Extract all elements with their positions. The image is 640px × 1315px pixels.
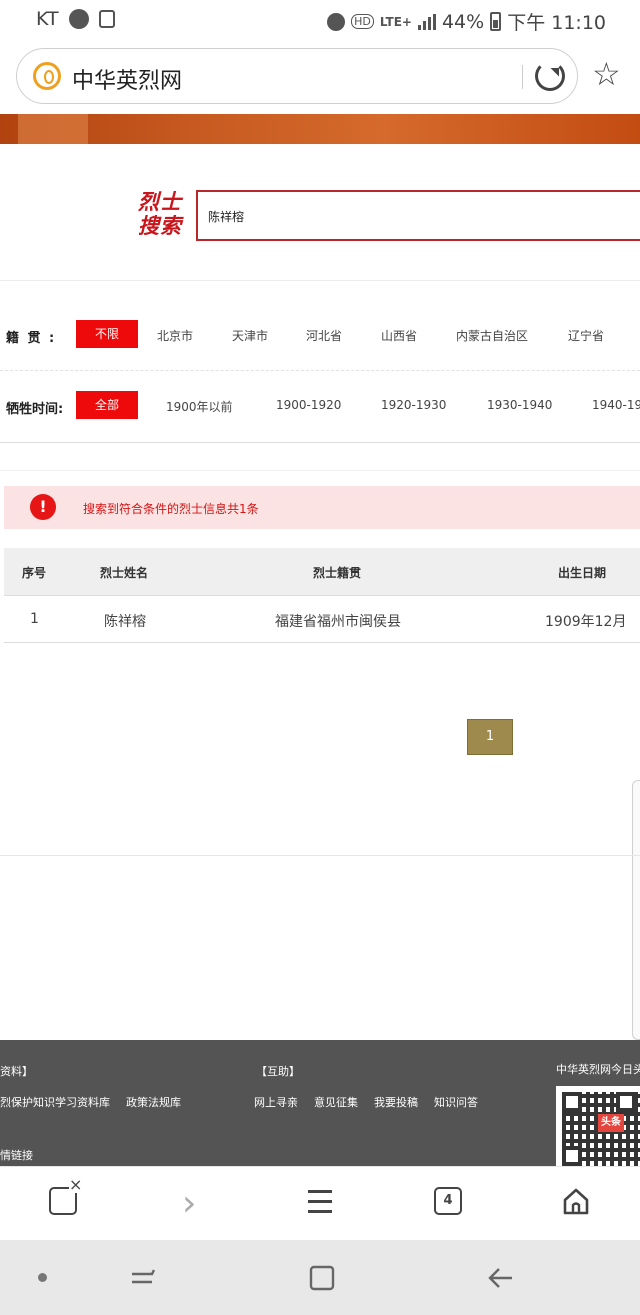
filter-origin-row: 籍 贯 : 不限 北京市 天津市 河北省 山西省 内蒙古自治区 辽宁省 (0, 315, 640, 355)
filter-time-option[interactable]: 1930-1940 (487, 398, 552, 412)
table-row[interactable]: 1 陈祥榕 福建省福州市闽侯县 1909年12月 (4, 597, 640, 643)
alarm-icon (327, 12, 346, 31)
bookmark-star-icon[interactable]: ☆ (592, 58, 621, 90)
footer-col1-title: 资料】 (0, 1065, 33, 1078)
status-right: HD LTE+ 44% 下午 11:10 (327, 8, 606, 35)
page-title[interactable]: 中华英烈网 (72, 63, 182, 95)
toutiao-badge: 头条 (598, 1114, 624, 1132)
menu-button[interactable] (308, 1190, 332, 1224)
qr-code: 头条 (556, 1086, 640, 1166)
status-bar: KT HD LTE+ 44% 下午 11:10 (0, 0, 640, 40)
filter-time-label: 牺牲时间: (6, 402, 64, 417)
battery-percent: 44% (441, 10, 485, 33)
nav-dot-icon[interactable] (38, 1273, 47, 1282)
filter-origin-option[interactable]: 河北省 (306, 327, 342, 344)
search-input[interactable]: 陈祥榕 (196, 190, 640, 241)
forward-button[interactable]: › (182, 1186, 216, 1223)
divider (0, 280, 640, 281)
network-type: LTE+ (379, 14, 412, 29)
result-count-text: 搜索到符合条件的烈士信息共1条 (83, 502, 259, 516)
qr-corner (616, 1092, 636, 1112)
column-header-name: 烈士姓名 (100, 566, 149, 580)
site-footer: 资料】 烈保护知识学习资料库 政策法规库 情链接 【互助】 网上寻亲 意见征集 … (0, 1040, 640, 1166)
hd-voice-icon: HD (351, 14, 374, 29)
divider (0, 370, 640, 371)
column-header-birth: 出生日期 (558, 566, 607, 580)
column-header-index: 序号 (22, 566, 47, 580)
screenshot-icon (98, 10, 115, 28)
footer-col1-title2: 情链接 (0, 1149, 33, 1162)
page-button-current[interactable]: 1 (467, 719, 513, 755)
divider (0, 442, 640, 443)
tabs-button[interactable]: 4 (434, 1187, 468, 1221)
search-logo-line1: 烈士 (138, 190, 182, 214)
home-button[interactable] (562, 1187, 596, 1221)
clock: 下午 11:10 (507, 12, 606, 34)
filter-time-option[interactable]: 1940-195 (592, 398, 640, 412)
header-banner (0, 114, 640, 144)
filter-time-option[interactable]: 1920-1930 (381, 398, 446, 412)
exclamation-icon: ! (30, 494, 56, 520)
home-icon (563, 1188, 589, 1215)
qr-corner (562, 1146, 582, 1166)
recents-icon[interactable] (128, 1264, 158, 1290)
filter-origin-label: 籍 贯 : (6, 331, 57, 346)
browser-toolbar: × › 4 (0, 1166, 640, 1240)
carrier-label: KT (36, 8, 59, 30)
filter-origin-option[interactable]: 北京市 (157, 327, 193, 344)
cell-index: 1 (30, 611, 39, 627)
divider (0, 855, 640, 856)
signal-icon (417, 13, 436, 30)
filter-origin-selected[interactable]: 不限 (76, 320, 138, 348)
filter-time-option[interactable]: 1900年以前 (166, 398, 233, 415)
footer-link[interactable]: 网上寻亲 (254, 1094, 298, 1110)
status-left: KT (36, 8, 115, 30)
tab-count: 4 (434, 1187, 462, 1215)
filter-origin-option[interactable]: 内蒙古自治区 (456, 327, 528, 344)
footer-col2-title: 【互助】 (256, 1065, 300, 1078)
address-bar[interactable]: 中华英烈网 (16, 48, 578, 104)
search-logo: 烈士 搜索 (138, 190, 182, 238)
footer-col3-title: 中华英烈网今日头 (556, 1063, 640, 1076)
back-arrow-icon[interactable] (486, 1264, 516, 1292)
battery-icon (490, 12, 502, 31)
search-logo-line2: 搜索 (138, 214, 182, 238)
cell-origin: 福建省福州市闽侯县 (275, 614, 401, 630)
close-tab-button[interactable]: × (49, 1177, 83, 1221)
filter-origin-option[interactable]: 天津市 (232, 327, 268, 344)
footer-link[interactable]: 知识问答 (434, 1094, 478, 1110)
globe-icon (68, 9, 89, 29)
result-alert: ! 搜索到符合条件的烈士信息共1条 (4, 486, 640, 529)
system-nav-bar (0, 1240, 640, 1315)
qr-code-pattern: 头条 (562, 1092, 640, 1166)
divider (0, 470, 640, 471)
reload-icon[interactable] (535, 61, 565, 91)
search-input-value: 陈祥榕 (208, 210, 245, 224)
qr-corner (562, 1092, 582, 1112)
filter-time-selected[interactable]: 全部 (76, 391, 138, 419)
cell-name[interactable]: 陈祥榕 (104, 611, 146, 631)
close-icon: × (69, 1175, 83, 1194)
filter-time-option[interactable]: 1900-1920 (276, 398, 341, 412)
filter-origin-option[interactable]: 辽宁省 (568, 327, 604, 344)
home-nav-icon[interactable] (308, 1264, 336, 1292)
column-header-origin: 烈士籍贯 (313, 566, 362, 580)
cell-birth: 1909年12月 (545, 614, 627, 630)
filter-time-row: 牺牲时间: 全部 1900年以前 1900-1920 1920-1930 193… (0, 386, 640, 426)
table-header: 序号 烈士姓名 烈士籍贯 出生日期 (4, 548, 640, 596)
site-icon (33, 62, 61, 90)
filter-origin-option[interactable]: 山西省 (381, 327, 417, 344)
footer-link[interactable]: 我要投稿 (374, 1094, 418, 1110)
divider (522, 65, 523, 89)
side-panel-handle[interactable] (632, 780, 640, 1040)
footer-link[interactable]: 政策法规库 (126, 1094, 181, 1110)
footer-link[interactable]: 烈保护知识学习资料库 (0, 1094, 110, 1110)
footer-link[interactable]: 意见征集 (314, 1094, 358, 1110)
